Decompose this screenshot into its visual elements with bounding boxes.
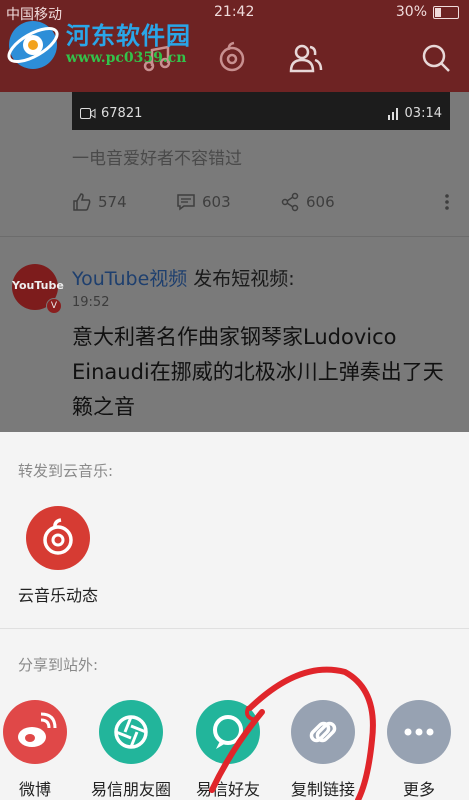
like-button[interactable]: 574 <box>72 192 176 212</box>
yixin-icon <box>213 715 243 749</box>
friends-icon[interactable] <box>288 40 324 76</box>
share-item-label: 云音乐动态 <box>17 586 98 605</box>
share-cloud-music-feed[interactable]: 云音乐动态 <box>8 506 108 606</box>
post-header: YouTube视频 发布短视频: <box>72 264 295 291</box>
share-yixin-friends[interactable]: 易信好友 <box>178 700 278 800</box>
share-more[interactable]: 更多 <box>369 700 469 800</box>
like-count: 574 <box>98 193 127 211</box>
more-vertical-icon[interactable] <box>444 193 450 211</box>
netease-music-icon[interactable] <box>214 40 250 76</box>
share-item-label: 易信朋友圈 <box>90 780 171 799</box>
link-icon <box>309 721 337 743</box>
video-camera-icon <box>80 108 96 119</box>
share-more-circle <box>387 700 451 764</box>
watermark-title: 河东软件园 <box>66 21 191 50</box>
video-caption: 一电音爱好者不容错过 <box>72 149 242 169</box>
thumbs-up-icon <box>73 193 91 211</box>
share-yixin-moments-circle <box>99 700 163 764</box>
video-views: 67821 <box>80 106 142 121</box>
video-duration: 03:14 <box>387 106 442 121</box>
share-item-label: 微博 <box>18 780 51 799</box>
search-icon[interactable] <box>418 40 454 76</box>
aperture-icon <box>114 715 148 749</box>
post-action-text: 发布短视频: <box>187 268 295 290</box>
netease-music-icon <box>43 518 73 555</box>
share-weibo[interactable]: 微博 <box>0 700 85 800</box>
forward-section-label: 转发到云音乐: <box>18 462 114 480</box>
battery-percent: 30% <box>395 4 427 20</box>
feed-overlay[interactable]: 67821 03:14 一电音爱好者不容错过 574 603 606 YouTu… <box>0 92 469 432</box>
avatar-logo-text: YouTube <box>12 279 64 292</box>
external-section-label: 分享到站外: <box>18 656 99 674</box>
share-cloud-music-circle <box>26 506 90 570</box>
share-count: 606 <box>306 193 335 211</box>
share-yixin-friends-circle <box>196 700 260 764</box>
watermark: 河东软件园 www.pc0359.cn <box>4 18 191 72</box>
share-copy-link-circle <box>291 700 355 764</box>
post-time: 19:52 <box>72 295 110 310</box>
post-actions: 574 603 606 <box>72 192 450 212</box>
share-icon <box>281 192 299 212</box>
feed-divider <box>0 236 469 237</box>
battery-status: 30% <box>396 4 459 20</box>
share-button[interactable]: 606 <box>280 192 384 212</box>
video-duration-text: 03:14 <box>404 106 442 121</box>
share-copy-link[interactable]: 复制链接 <box>273 700 373 800</box>
post-author[interactable]: YouTube视频 <box>72 268 187 290</box>
post-body[interactable]: 意大利著名作曲家钢琴家Ludovico Einaudi在挪威的北极冰川上弹奏出了… <box>72 320 452 425</box>
weibo-icon <box>18 712 57 747</box>
share-item-label: 易信好友 <box>195 780 260 799</box>
comment-count: 603 <box>202 193 231 211</box>
battery-icon <box>433 5 459 19</box>
comment-icon <box>177 194 195 211</box>
sheet-divider <box>0 628 469 629</box>
clock: 21:42 <box>214 4 255 20</box>
watermark-logo-icon <box>7 21 59 69</box>
share-yixin-moments[interactable]: 易信朋友圈 <box>81 700 181 800</box>
signal-bars-icon <box>387 107 398 120</box>
share-item-label: 复制链接 <box>290 780 355 799</box>
comment-button[interactable]: 603 <box>176 192 280 212</box>
share-weibo-circle <box>3 700 67 764</box>
video-thumbnail[interactable]: 67821 03:14 <box>72 92 450 130</box>
avatar[interactable]: YouTube V <box>12 264 64 314</box>
verified-badge-icon: V <box>46 298 62 314</box>
video-views-count: 67821 <box>101 106 143 121</box>
share-sheet: 转发到云音乐: 云音乐动态 分享到站外: 微博 易信朋友圈 易信好友 复制链接 … <box>0 432 469 800</box>
more-horizontal-icon <box>404 728 434 736</box>
top-bar: 中国移动 21:42 30% 河东软件园 www.pc0359.cn <box>0 0 469 92</box>
watermark-url: www.pc0359.cn <box>66 50 187 66</box>
share-item-label: 更多 <box>402 780 435 799</box>
